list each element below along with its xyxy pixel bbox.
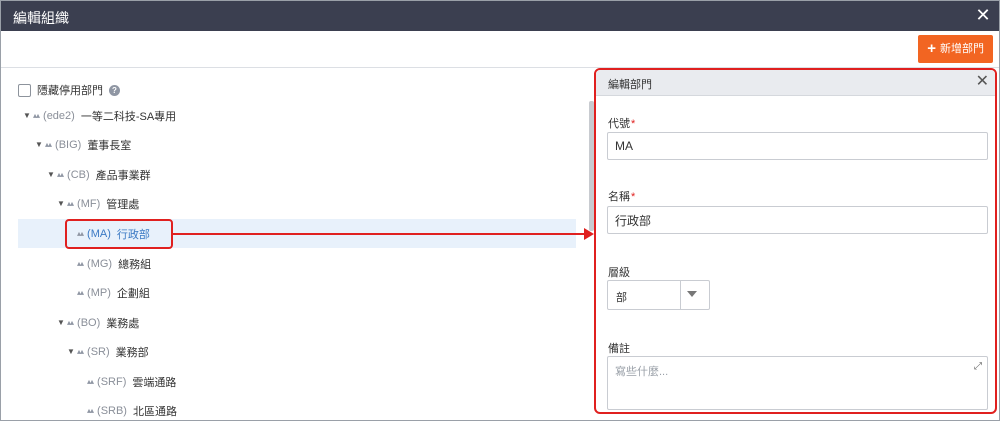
people-icon: ▴▴ bbox=[77, 288, 84, 297]
people-icon: ▴▴ bbox=[33, 111, 40, 120]
tree-node[interactable]: ▼ ▴▴ (SR) 業務部 bbox=[67, 337, 149, 366]
edit-department-panel: 編輯部門 ✕ 代號* 名稱* 層級 部 備註 寫些什麼... ⤢ bbox=[594, 68, 997, 414]
people-icon: ▴▴ bbox=[57, 170, 64, 179]
expand-caret-icon[interactable]: ▼ bbox=[57, 318, 67, 327]
node-name: 一等二科技-SA專用 bbox=[80, 110, 177, 123]
close-icon[interactable]: ✕ bbox=[973, 5, 993, 25]
note-placeholder: 寫些什麼... bbox=[615, 366, 669, 378]
node-name: 董事長室 bbox=[87, 139, 132, 152]
hide-disabled-checkbox[interactable] bbox=[18, 83, 31, 97]
required-mark: * bbox=[631, 191, 636, 203]
node-name: 企劃組 bbox=[116, 287, 150, 300]
node-code: (BIG) bbox=[55, 138, 82, 151]
node-name: 總務組 bbox=[118, 258, 152, 271]
node-name: 北區通路 bbox=[132, 405, 177, 418]
code-label-text: 代號 bbox=[608, 118, 630, 130]
people-icon: ▴▴ bbox=[87, 406, 94, 415]
tree-node[interactable]: ▴▴ (SRF) 雲端通路 bbox=[87, 367, 176, 396]
people-icon: ▴▴ bbox=[77, 347, 84, 356]
tree-node[interactable]: ▼ ▴▴ (BIG) 董事長室 bbox=[35, 130, 131, 159]
node-code: (ede2) bbox=[43, 109, 75, 122]
node-name: 業務處 bbox=[106, 317, 140, 330]
panel-title: 編輯部門 bbox=[608, 79, 652, 91]
note-label: 備註 bbox=[608, 343, 630, 355]
toolbar: + 新增部門 bbox=[1, 31, 999, 68]
title-bar: 編輯組織 ✕ bbox=[1, 1, 999, 31]
chevron-down-icon[interactable] bbox=[687, 291, 697, 297]
node-name: 管理處 bbox=[106, 198, 140, 211]
expand-caret-icon[interactable]: ▼ bbox=[35, 140, 45, 149]
people-icon: ▴▴ bbox=[87, 377, 94, 386]
expand-caret-icon[interactable]: ▼ bbox=[57, 199, 67, 208]
tree-node[interactable]: ▴▴ (MP) 企劃組 bbox=[77, 278, 150, 307]
expand-caret-icon[interactable]: ▼ bbox=[67, 347, 77, 356]
note-textarea[interactable]: 寫些什麼... ⤢ bbox=[607, 356, 988, 410]
level-value: 部 bbox=[616, 292, 627, 304]
dialog-title: 編輯組織 bbox=[13, 10, 69, 26]
level-select[interactable]: 部 bbox=[607, 280, 710, 310]
hide-disabled-row: 隱藏停用部門 ? bbox=[18, 82, 120, 98]
select-divider bbox=[680, 281, 681, 309]
people-icon: ▴▴ bbox=[45, 140, 52, 149]
name-label: 名稱* bbox=[608, 188, 635, 204]
annotation-arrow-head bbox=[584, 228, 594, 240]
tree-node[interactable]: ▼ ▴▴ (BO) 業務處 bbox=[57, 308, 139, 337]
node-name: 產品事業群 bbox=[95, 169, 151, 182]
panel-close-icon[interactable]: ✕ bbox=[976, 73, 989, 91]
node-code: (BO) bbox=[77, 316, 101, 329]
add-department-button[interactable]: + 新增部門 bbox=[918, 35, 993, 63]
tree-node[interactable]: ▼ ▴▴ (CB) 產品事業群 bbox=[47, 160, 151, 189]
name-label-text: 名稱 bbox=[608, 191, 630, 203]
node-code: (MF) bbox=[77, 197, 101, 210]
plus-icon: + bbox=[927, 40, 936, 57]
hide-disabled-label: 隱藏停用部門 bbox=[37, 85, 103, 97]
expand-icon[interactable]: ⤢ bbox=[974, 361, 982, 372]
people-icon: ▴▴ bbox=[77, 259, 84, 268]
node-name: 雲端通路 bbox=[132, 376, 177, 389]
people-icon: ▴▴ bbox=[67, 318, 74, 327]
node-code: (CB) bbox=[67, 168, 90, 181]
panel-header: 編輯部門 ✕ bbox=[596, 70, 995, 96]
node-code: (MP) bbox=[87, 286, 111, 299]
selected-node-highlight bbox=[65, 219, 173, 249]
help-icon[interactable]: ? bbox=[109, 84, 120, 96]
tree-node[interactable]: ▼ ▴▴ (ede2) 一等二科技-SA專用 bbox=[23, 101, 176, 130]
edit-organization-dialog: 編輯組織 ✕ + 新增部門 隱藏停用部門 ? ▼ ▴▴ (ede2) 一等二科技-SA… bbox=[0, 0, 1000, 421]
name-input[interactable] bbox=[607, 206, 988, 234]
annotation-arrow-line bbox=[173, 233, 588, 235]
node-code: (SRF) bbox=[97, 375, 127, 388]
level-label: 層級 bbox=[608, 267, 630, 279]
tree-node[interactable]: ▴▴ (MG) 總務組 bbox=[77, 249, 151, 278]
expand-caret-icon[interactable]: ▼ bbox=[23, 111, 33, 120]
tree-node[interactable]: ▼ ▴▴ (MF) 管理處 bbox=[57, 189, 139, 218]
people-icon: ▴▴ bbox=[67, 199, 74, 208]
add-department-label: 新增部門 bbox=[940, 43, 984, 55]
code-label: 代號* bbox=[608, 115, 635, 131]
node-code: (SRB) bbox=[97, 404, 127, 417]
tree-node[interactable]: ▴▴ (SRB) 北區通路 bbox=[87, 396, 177, 420]
node-code: (SR) bbox=[87, 345, 110, 358]
node-name: 業務部 bbox=[115, 346, 149, 359]
required-mark: * bbox=[631, 118, 636, 130]
expand-caret-icon[interactable]: ▼ bbox=[47, 170, 57, 179]
node-code: (MG) bbox=[87, 257, 113, 270]
code-input[interactable] bbox=[607, 132, 988, 160]
